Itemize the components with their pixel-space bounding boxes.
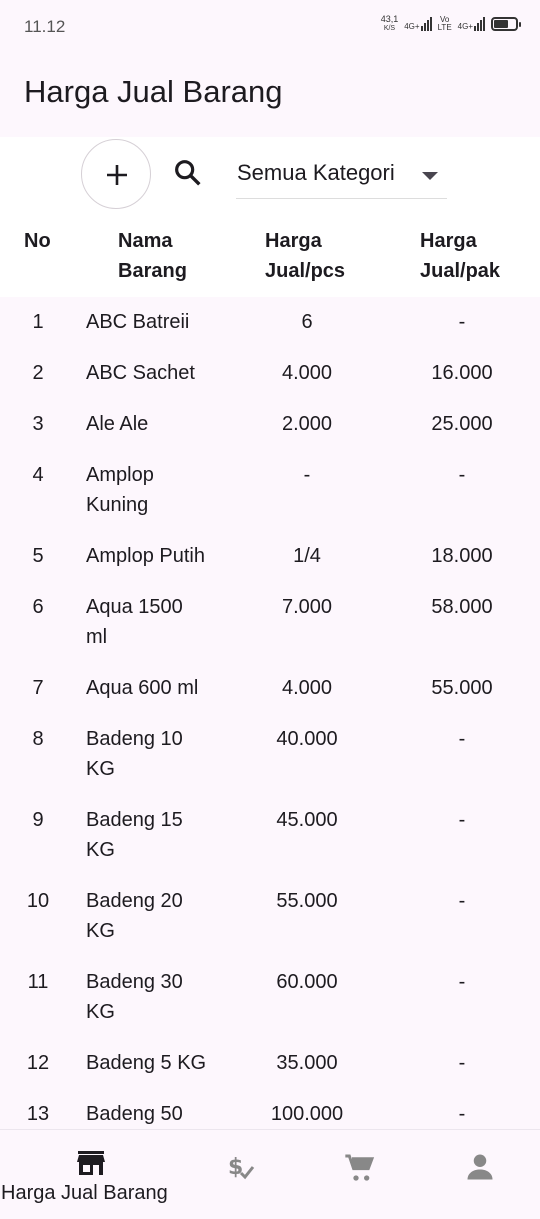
row-name: ABC Sachet (86, 362, 195, 384)
row-price-pak: - (458, 1052, 466, 1074)
search-icon (175, 160, 201, 186)
row-price-pak: - (458, 971, 466, 993)
row-no: 10 (26, 890, 50, 912)
row-no: 1 (32, 311, 44, 333)
row-no: 11 (27, 971, 49, 993)
row-no: 5 (32, 545, 44, 567)
page-title: Harga Jual Barang (24, 74, 283, 109)
header-price-pak: Harga Jual/pak (420, 230, 501, 282)
cart-icon (344, 1154, 374, 1181)
battery-icon (491, 17, 521, 31)
row-name: Aqua 600 ml (86, 677, 199, 699)
row-price-pcs: 7.000 (281, 596, 333, 618)
row-price-pcs: 45.000 (276, 809, 338, 831)
row-no: 9 (32, 809, 44, 831)
row-price-pak: - (458, 890, 466, 912)
row-price-pak: - (458, 464, 466, 486)
status-bar: 11.12 43,1 K/S 4G+ Vo LTE 4G+ (0, 0, 540, 55)
nav-item-harga-jual[interactable]: Harga Jual Barang (1, 1130, 168, 1219)
row-price-pak: - (458, 311, 466, 333)
row-price-pcs: 60.000 (276, 971, 338, 993)
status-time: 11.12 (24, 17, 66, 36)
row-name: Aqua 1500 ml (86, 596, 183, 648)
nav-label-harga-jual: Harga Jual Barang (1, 1182, 168, 1204)
row-no: 2 (32, 362, 44, 384)
signal-icon-2: 4G+ (458, 17, 485, 31)
price-check-icon: $ (228, 1155, 254, 1180)
row-no: 7 (32, 677, 44, 699)
row-price-pcs: 35.000 (276, 1052, 338, 1074)
add-item-button[interactable] (81, 139, 151, 209)
row-name: Badeng 20 KG (86, 890, 183, 942)
row-price-pcs: 1/4 (293, 545, 321, 567)
row-no: 8 (32, 728, 44, 750)
plus-icon (107, 165, 127, 185)
row-name: Badeng 5 KG (86, 1052, 207, 1074)
row-name: Badeng 10 KG (86, 728, 183, 780)
row-price-pak: - (458, 728, 466, 750)
row-price-pcs: 4.000 (281, 677, 333, 699)
row-price-pcs: 4.000 (281, 362, 333, 384)
row-name: ABC Batreii (86, 311, 190, 333)
header-price-pcs: Harga Jual/pcs (265, 230, 346, 282)
row-name: Amplop Kuning (86, 464, 154, 516)
volte-icon: Vo LTE (437, 15, 452, 32)
signal-icon-1: 4G+ (404, 17, 432, 31)
bottom-nav: Harga Jual Barang $ (0, 1129, 540, 1219)
row-name: Badeng 30 KG (86, 971, 183, 1023)
row-name: Amplop Putih (86, 545, 205, 567)
row-no: 12 (26, 1052, 50, 1074)
search-button[interactable] (172, 157, 204, 189)
row-price-pak: - (458, 809, 466, 831)
row-name: Ale Ale (86, 413, 149, 435)
row-name: Badeng 15 KG (86, 809, 183, 861)
toolbar: Semua Kategori No Nama Barang Harga Jual… (0, 137, 540, 297)
network-speed: 43,1 K/S (380, 14, 399, 33)
category-dropdown[interactable]: Semua Kategori (236, 151, 447, 199)
row-name: Badeng 50 (86, 1103, 183, 1125)
row-price-pcs: 6 (301, 311, 313, 333)
row-price-pak: 55.000 (431, 677, 493, 699)
row-no: 3 (32, 413, 44, 435)
row-price-pcs: 100.000 (270, 1103, 344, 1125)
row-no: 6 (32, 596, 44, 618)
row-price-pcs: 40.000 (276, 728, 338, 750)
status-icons: 43,1 K/S 4G+ Vo LTE 4G+ (380, 14, 521, 33)
person-icon (467, 1154, 492, 1180)
header-name: Nama Barang (118, 230, 187, 282)
store-icon (76, 1151, 105, 1175)
svg-text:$: $ (228, 1155, 243, 1180)
row-price-pcs: 2.000 (281, 413, 333, 435)
row-no: 4 (32, 464, 44, 486)
row-no: 13 (26, 1103, 50, 1125)
nav-item-price-check[interactable]: $ (173, 1130, 308, 1219)
row-price-pak: 18.000 (431, 545, 493, 567)
row-price-pak: - (458, 1103, 466, 1125)
row-price-pcs: 55.000 (276, 890, 338, 912)
nav-item-cart[interactable] (292, 1130, 427, 1219)
row-price-pak: 58.000 (431, 596, 493, 618)
nav-item-profile[interactable] (412, 1130, 540, 1219)
row-price-pcs: - (303, 464, 311, 486)
row-price-pak: 16.000 (431, 362, 493, 384)
header-no: No (24, 230, 51, 252)
row-price-pak: 25.000 (431, 413, 493, 435)
caret-down-icon (422, 172, 438, 180)
category-selected: Semua Kategori (237, 160, 395, 185)
